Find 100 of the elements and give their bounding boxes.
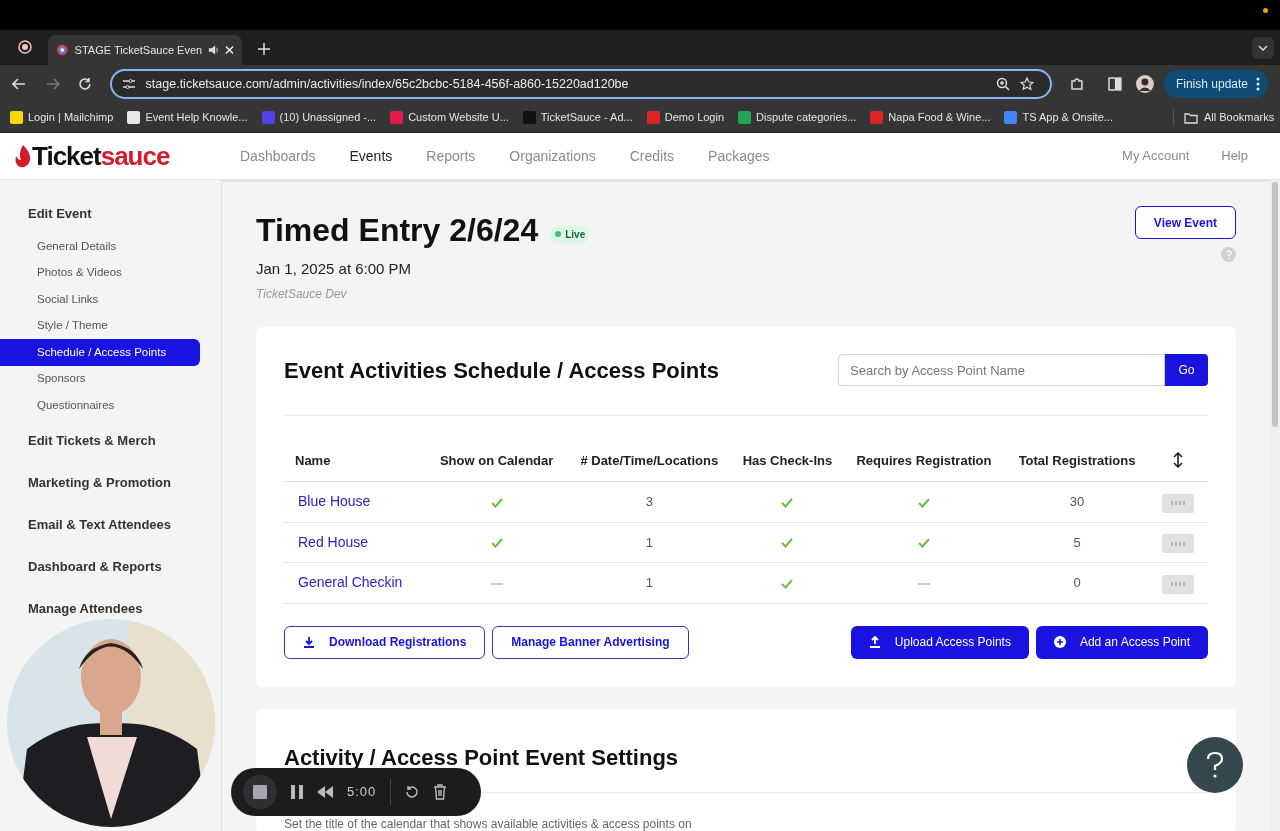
star-icon (1020, 77, 1035, 91)
sidebar-heading[interactable]: Edit Tickets & Merch (0, 426, 221, 455)
sidebar-item[interactable]: Photos & Videos (0, 259, 200, 286)
bookmark[interactable]: TicketSauce - Ad... (522, 109, 633, 126)
action-button[interactable]: Download Registrations (284, 625, 486, 659)
table-cell: 1 (565, 522, 733, 563)
activity-link[interactable]: General Checkin (298, 574, 403, 591)
trash-icon (433, 784, 448, 800)
plus-icon (1053, 636, 1066, 648)
go-button[interactable]: Go (1165, 354, 1208, 386)
drag-handle[interactable] (1162, 534, 1194, 553)
restart-icon (405, 785, 420, 799)
nav-link[interactable]: Reports (426, 145, 476, 167)
column-header: Show on Calendar (427, 439, 566, 482)
column-header: # Date/Time/Locations (565, 439, 733, 482)
profile-icon (1136, 75, 1154, 93)
download-icon (303, 636, 315, 648)
column-header: Requires Registration (841, 439, 1007, 482)
grip-icon (1171, 582, 1185, 586)
column-header: Name (284, 439, 428, 482)
drag-handle[interactable] (1162, 493, 1194, 513)
forward-icon (45, 78, 60, 90)
column-header: Total Registrations (1006, 439, 1148, 482)
bookmark[interactable]: Login | Mailchimp (10, 109, 114, 126)
bookmark[interactable]: Custom Website U... (390, 109, 509, 126)
table-cell: 0 (1006, 562, 1148, 603)
activity-link[interactable]: Blue House (298, 493, 371, 510)
activity-link[interactable]: Red House (298, 533, 369, 550)
tab-list-button[interactable] (1252, 37, 1274, 59)
sidebar-icon (1108, 77, 1123, 91)
table-cell: 3 (565, 481, 733, 522)
bookmark[interactable]: Event Help Knowle... (127, 109, 248, 126)
timer-text: 5:00 (347, 783, 377, 802)
rewind-icon (317, 786, 333, 798)
close-icon (225, 45, 234, 55)
search-field[interactable]: Search by Access Point Name (838, 354, 1165, 386)
address-bar[interactable]: stage.ticketsauce.com/admin/activities/index/65c2bcbc-5184-456f-a860-15220ad120be (109, 69, 1053, 99)
status-dot-icon (555, 231, 562, 237)
extension-icon (1070, 77, 1085, 91)
sidebar-heading[interactable]: Marketing & Promotion (0, 468, 221, 497)
flame-icon (14, 144, 32, 168)
browser-tab[interactable]: STAGE TicketSauce Even (48, 35, 242, 65)
sidebar-heading[interactable]: Dashboard & Reports (0, 552, 221, 581)
stop-button[interactable] (243, 775, 277, 809)
status-badge: Live (550, 224, 591, 244)
question-icon (1205, 751, 1225, 779)
sidebar-item[interactable]: Style / Theme (0, 312, 200, 339)
drag-handle[interactable] (1162, 574, 1194, 594)
nav-link[interactable]: Packages (708, 145, 770, 167)
question-icon (1225, 250, 1232, 259)
bookmark[interactable]: (10) Unassigned -... (261, 109, 377, 126)
bookmark[interactable]: TS App & Onsite... (1004, 109, 1113, 126)
record-icon (18, 40, 32, 54)
bookmark[interactable]: Demo Login (646, 109, 725, 126)
sidebar-item[interactable]: Schedule / Access Points (0, 339, 200, 366)
grip-icon (1171, 501, 1185, 505)
upload-icon (868, 636, 881, 648)
bookmark[interactable]: Dispute categories... (738, 109, 857, 126)
organization-name: TicketSauce Dev (256, 285, 348, 303)
column-header: Has Check-Ins (733, 439, 842, 482)
nav-link[interactable]: Credits (629, 145, 675, 167)
table-cell: 30 (1006, 481, 1148, 522)
sidebar-heading[interactable]: Email & Text Attendees (0, 510, 221, 539)
finish-update-button[interactable]: Finish update (1163, 70, 1268, 98)
table-cell: 1 (565, 562, 733, 603)
sidebar-item[interactable]: Sponsors (0, 365, 200, 392)
stop-icon (253, 785, 267, 799)
zoom-icon (996, 77, 1011, 91)
bookmark[interactable]: Napa Food & Wine... (870, 109, 991, 126)
more-icon (1256, 77, 1260, 91)
sort-icon (1173, 452, 1183, 469)
event-title: Timed Entry 2/6/24 (256, 211, 539, 250)
logo-text: Ticketsauce (32, 139, 170, 173)
scrollbar-thumb[interactable] (1272, 182, 1278, 427)
sidebar-item[interactable]: General Details (0, 233, 200, 260)
nav-link[interactable]: Events (349, 145, 393, 167)
back-icon (12, 78, 26, 90)
view-event-button[interactable]: View Event (1134, 206, 1236, 239)
all-bookmarks-button[interactable]: All Bookmarks (1172, 109, 1275, 126)
site-settings-icon (121, 78, 136, 90)
new-tab-icon (258, 43, 270, 55)
reload-icon (77, 77, 92, 91)
description-text: Set the title of the calendar that shows available activities & access points on (284, 815, 693, 831)
event-date: Jan 1, 2025 at 6:00 PM (256, 259, 413, 279)
tab-title: STAGE TicketSauce Even (74, 42, 203, 58)
nav-link[interactable]: My Account (1122, 146, 1190, 166)
action-button[interactable]: Add an Access Point (1035, 625, 1208, 659)
sidebar-item[interactable]: Social Links (0, 286, 200, 313)
pause-icon (291, 785, 303, 799)
section-title: Event Activities Schedule / Access Points (284, 356, 720, 385)
action-button[interactable]: Manage Banner Advertising (492, 625, 689, 659)
chevron-down-icon (1258, 45, 1268, 51)
nav-link[interactable]: Dashboards (240, 145, 316, 167)
sidebar-item[interactable]: Questionnaires (0, 392, 200, 419)
url-text: stage.ticketsauce.com/admin/activities/index/65c2bcbc-5184-456f-a860-15220ad120be (145, 75, 630, 93)
folder-icon (1183, 111, 1198, 124)
sidebar-heading[interactable]: Manage Attendees (0, 594, 221, 623)
sidebar-heading[interactable]: Edit Event (0, 200, 221, 228)
nav-link[interactable]: Organizations (509, 145, 596, 167)
action-button[interactable]: Upload Access Points (850, 625, 1029, 659)
